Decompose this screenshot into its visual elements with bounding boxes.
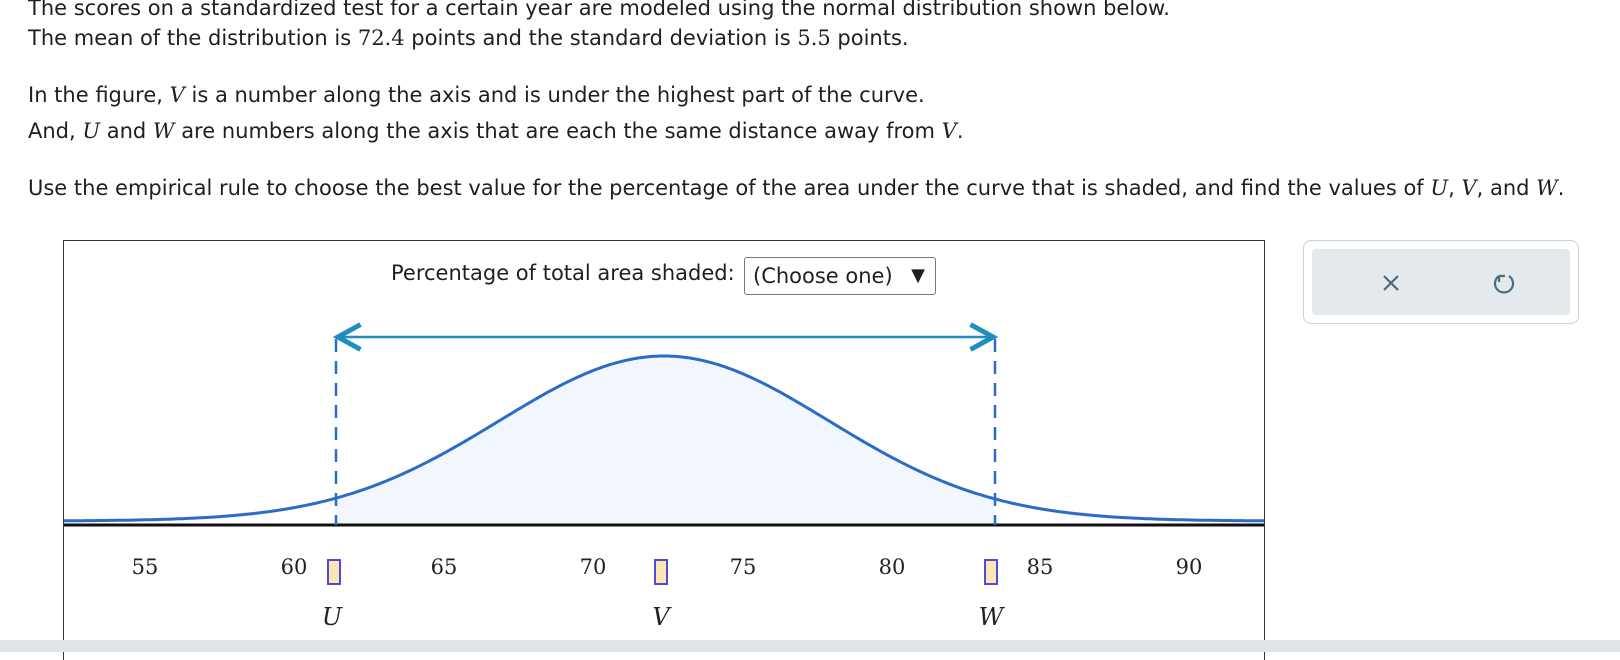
var-w-text: W (1536, 176, 1558, 200)
tool-panel (1303, 240, 1579, 324)
var-u-text: U (82, 119, 101, 143)
var-v-text: V (941, 119, 957, 143)
tick-label: 70 (579, 555, 607, 579)
intro-text: , and (1476, 176, 1537, 200)
bottom-bar (0, 640, 1620, 652)
v-answer-input[interactable] (654, 559, 668, 585)
intro-text: points. (830, 26, 909, 50)
mean-value: 72.4 (357, 26, 405, 50)
var-v-text: V (169, 83, 185, 107)
intro-text: , (1448, 176, 1462, 200)
tick-label: 65 (430, 555, 458, 579)
tick-label: 55 (131, 555, 159, 579)
w-label: W (978, 603, 1004, 631)
tick-label: 60 (280, 555, 308, 579)
intro-line-4: And, U and W are numbers along the axis … (28, 118, 964, 144)
shaded-area (336, 356, 995, 525)
tool-bar (1312, 249, 1570, 315)
sd-value: 5.5 (797, 26, 831, 50)
intro-text: In the figure, (28, 83, 170, 107)
tick-label: 85 (1026, 555, 1054, 579)
intro-line-3: In the figure, V is a number along the a… (28, 82, 925, 108)
intro-text: is a number along the axis and is under … (184, 83, 925, 107)
var-w-text: W (152, 119, 175, 143)
intro-text: The mean of the distribution is (28, 26, 358, 50)
percentage-label: Percentage of total area shaded: (391, 261, 735, 285)
tick-label: 80 (878, 555, 906, 579)
v-label: V (652, 603, 670, 631)
percentage-dropdown-value: (Choose one) (753, 264, 893, 288)
tick-label: 75 (729, 555, 757, 579)
intro-text: And, (28, 119, 83, 143)
dropdown-arrow-icon: ▼ (911, 265, 925, 286)
u-answer-input[interactable] (327, 559, 341, 585)
instruction-line: Use the empirical rule to choose the bes… (28, 175, 1564, 201)
tick-label: 90 (1175, 555, 1203, 579)
intro-line-1: The scores on a standardized test for a … (28, 0, 1170, 21)
intro-text: The scores on a standardized test for a … (28, 0, 1170, 20)
intro-text: and (100, 119, 153, 143)
intro-text: Use the empirical rule to choose the bes… (28, 176, 1431, 200)
intro-line-2: The mean of the distribution is 72.4 poi… (28, 25, 909, 51)
distribution-graph (64, 241, 1264, 527)
var-v-text: V (1461, 176, 1477, 200)
percentage-dropdown[interactable]: (Choose one) ▼ (744, 257, 936, 295)
undo-button[interactable] (1488, 267, 1520, 299)
intro-text: points and the standard deviation is (404, 26, 798, 50)
normal-distribution-figure: Percentage of total area shaded: (Choose… (63, 240, 1265, 660)
intro-text: are numbers along the axis that are each… (174, 119, 942, 143)
undo-icon (1493, 274, 1515, 294)
intro-text: . (956, 119, 964, 143)
var-u-text: U (1430, 176, 1449, 200)
w-answer-input[interactable] (984, 559, 998, 585)
intro-text: . (1557, 176, 1565, 200)
clear-button[interactable] (1375, 267, 1407, 299)
u-label: U (321, 603, 343, 631)
close-icon (1383, 275, 1399, 291)
